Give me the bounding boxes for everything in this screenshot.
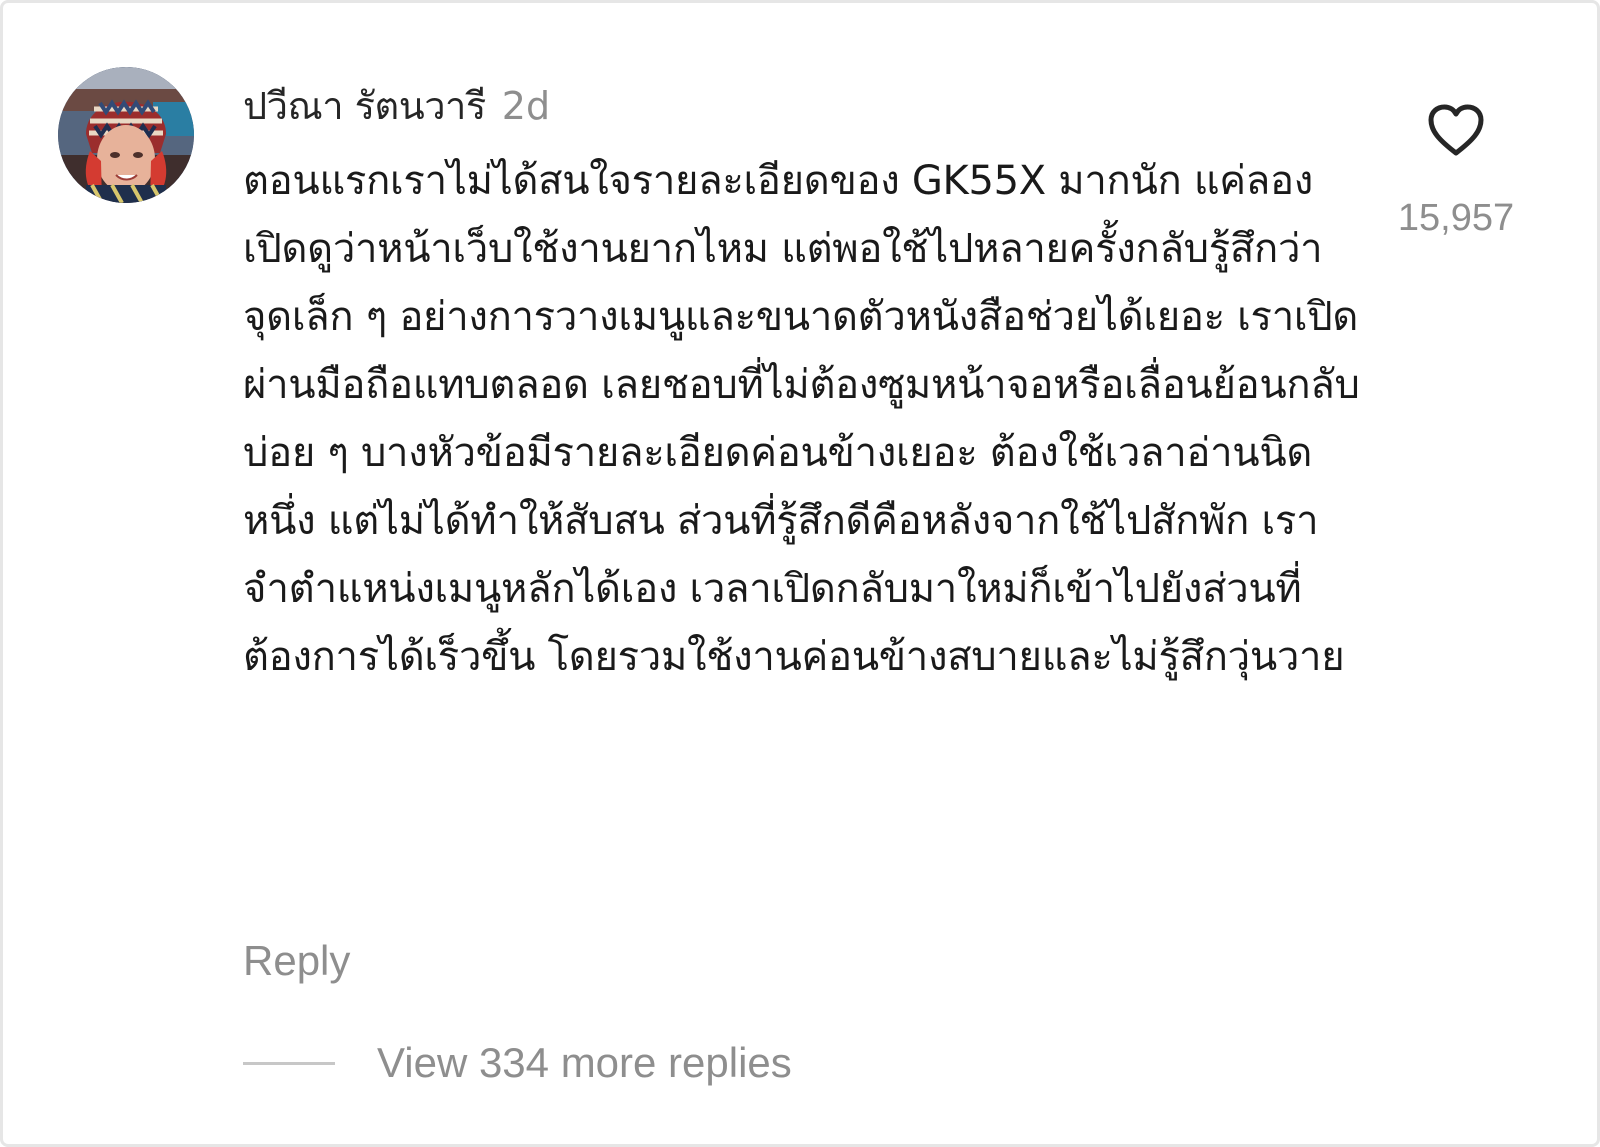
comment-header: ปวีณา รัตนวารี 2d: [243, 75, 1363, 131]
view-replies-label: View 334 more replies: [377, 1039, 792, 1086]
like-count: 15,957: [1397, 197, 1515, 239]
like-button[interactable]: [1426, 103, 1486, 159]
avatar-image: [58, 67, 194, 203]
like-section: 15,957: [1391, 103, 1521, 240]
comment-body: ปวีณา รัตนวารี 2d ตอนแรกเราไม่ได้สนใจราย…: [243, 75, 1363, 691]
comment-timestamp[interactable]: 2d: [502, 84, 550, 128]
avatar[interactable]: [58, 67, 194, 203]
comment-username[interactable]: ปวีณา รัตนวารี: [243, 75, 486, 136]
comment-card: ปวีณา รัตนวารี 2d ตอนแรกเราไม่ได้สนใจราย…: [0, 0, 1600, 1147]
comment-item: ปวีณา รัตนวารี 2d ตอนแรกเราไม่ได้สนใจราย…: [3, 3, 1597, 1144]
comment-text: ตอนแรกเราไม่ได้สนใจรายละเอียดของ GK55X ม…: [243, 158, 1360, 680]
heart-outline-icon: [1428, 104, 1484, 156]
reply-button[interactable]: Reply: [243, 937, 350, 985]
view-replies-button[interactable]: View 334 more replies: [243, 1039, 792, 1087]
replies-divider-line: [243, 1061, 335, 1065]
